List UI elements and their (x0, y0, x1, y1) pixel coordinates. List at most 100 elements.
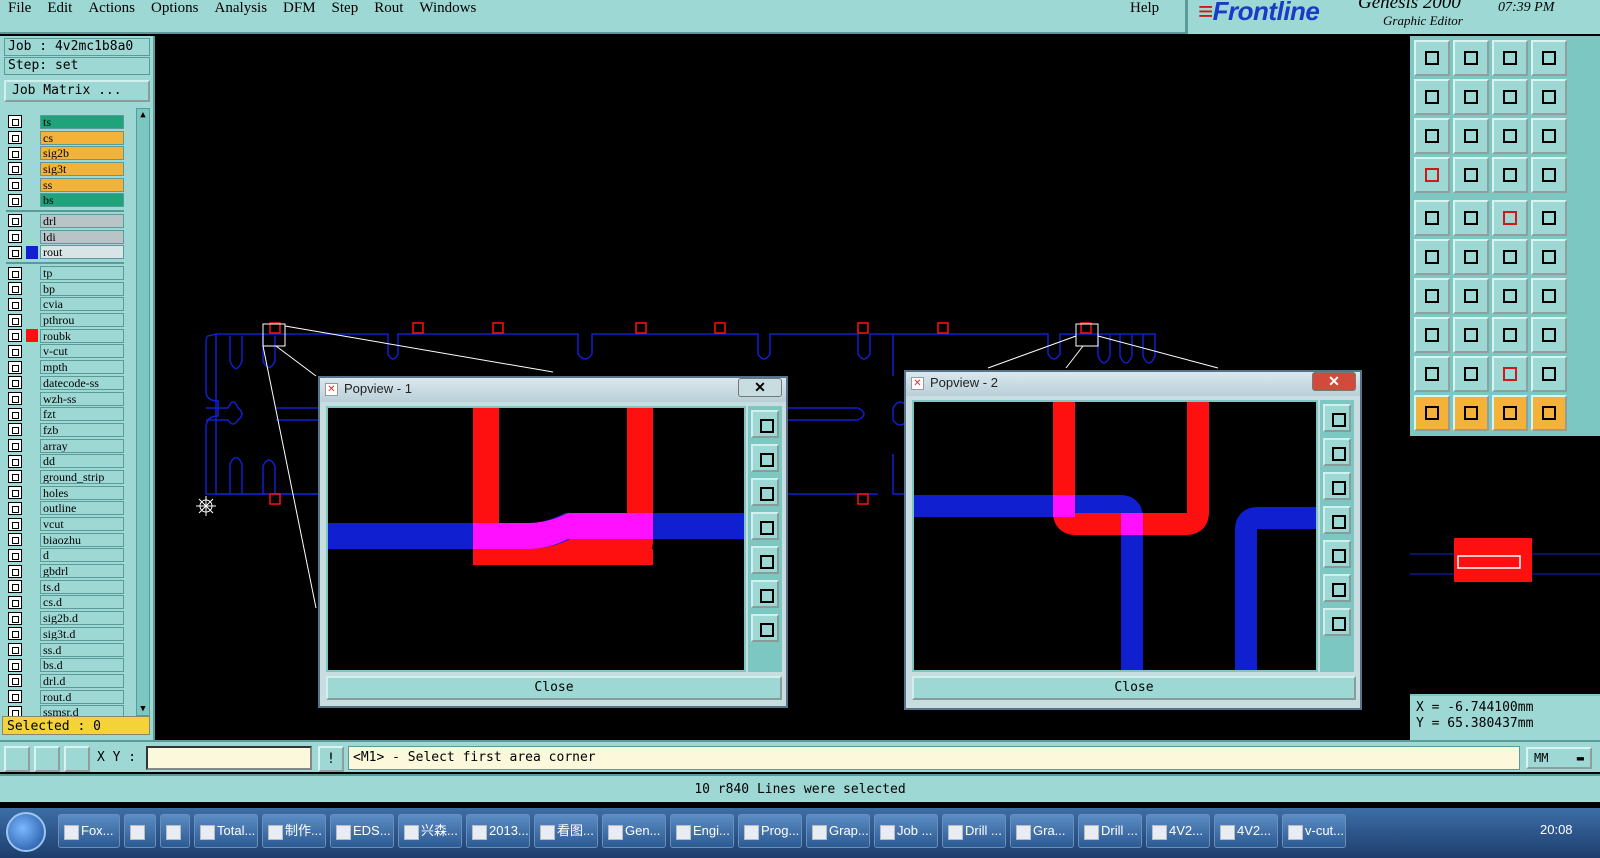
layer-checkbox[interactable] (8, 131, 22, 145)
layer-name[interactable]: mpth (40, 360, 124, 375)
job-matrix-button[interactable]: Job Matrix ... (4, 80, 150, 102)
pointer-shape-icon[interactable] (1492, 395, 1528, 431)
layer-row[interactable]: array (6, 438, 124, 454)
layer-name[interactable]: wzh-ss (40, 391, 124, 406)
layer-checkbox[interactable] (8, 313, 22, 327)
pad-icon[interactable] (1414, 200, 1450, 236)
traffic-light-icon[interactable] (1492, 157, 1528, 193)
menu-edit[interactable]: Edit (39, 0, 80, 16)
unit-select[interactable]: MM ▬ (1526, 747, 1592, 769)
layer-row[interactable]: mpth (6, 359, 124, 375)
layer-name[interactable]: outline (40, 501, 124, 516)
layer-checkbox[interactable] (8, 178, 22, 192)
layer-row[interactable]: sig3t.d (6, 626, 124, 642)
layer-checkbox[interactable] (8, 564, 22, 578)
layer-row[interactable]: outline (6, 501, 124, 517)
layer-checkbox[interactable] (8, 658, 22, 672)
popview-1-view[interactable] (326, 406, 746, 672)
pan-down-icon[interactable] (751, 478, 779, 506)
layer-row[interactable]: fzt (6, 406, 124, 422)
triangle-flat-icon[interactable] (1414, 356, 1450, 392)
layer-row[interactable]: roubk (6, 328, 124, 344)
layer-row[interactable]: d (6, 548, 124, 564)
center-icon[interactable] (1453, 118, 1489, 154)
ff-icon[interactable] (1531, 278, 1567, 314)
taskbar-button[interactable]: Prog... (738, 814, 802, 848)
taskbar-button[interactable]: Gra... (1010, 814, 1074, 848)
layer-row[interactable]: cs.d (6, 595, 124, 611)
overview-map[interactable] (1410, 436, 1600, 694)
layer-checkbox[interactable] (8, 407, 22, 421)
layer-name[interactable]: sig3t.d (40, 626, 124, 641)
layer-checkbox[interactable] (8, 611, 22, 625)
layer-checkbox[interactable] (8, 674, 22, 688)
layer-row[interactable]: ts.d (6, 579, 124, 595)
xy-input[interactable] (146, 746, 312, 770)
layer-row[interactable]: cs (6, 130, 124, 146)
layer-name[interactable]: cs.d (40, 595, 124, 610)
home-icon[interactable] (1414, 40, 1450, 76)
layer-row[interactable]: biaozhu (6, 532, 124, 548)
layer-checkbox[interactable] (8, 627, 22, 641)
layer-row[interactable]: vcut (6, 516, 124, 532)
layer-name[interactable]: cs (40, 130, 124, 145)
menu-help[interactable]: Help (1130, 0, 1159, 16)
layer-checkbox[interactable] (8, 115, 22, 129)
zoom-area-icon[interactable] (4, 746, 30, 772)
layer-name[interactable]: fzb (40, 422, 124, 437)
layer-checkbox[interactable] (8, 214, 22, 228)
pointer-step-icon[interactable] (1531, 395, 1567, 431)
layer-name[interactable]: datecode-ss (40, 375, 124, 390)
layer-checkbox[interactable] (8, 517, 22, 531)
layer-row[interactable]: ssmsr.d (6, 704, 124, 716)
layer-checkbox[interactable] (8, 282, 22, 296)
layer-row[interactable]: bs.d (6, 657, 124, 673)
popview-1-x-button[interactable]: ✕ (738, 378, 782, 397)
menu-windows[interactable]: Windows (411, 0, 484, 16)
layer-name[interactable]: v-cut (40, 344, 124, 359)
alert-icon[interactable]: ! (318, 746, 344, 772)
taskbar-button[interactable]: Engi... (670, 814, 734, 848)
layer-checkbox[interactable] (8, 470, 22, 484)
layer-name[interactable]: bs.d (40, 658, 124, 673)
taskbar-button[interactable]: Total... (194, 814, 258, 848)
layer-checkbox[interactable] (8, 360, 22, 374)
zoom-out-icon[interactable] (751, 614, 779, 642)
layer-row[interactable]: ground_strip (6, 469, 124, 485)
menu-analysis[interactable]: Analysis (207, 0, 276, 16)
layer-row[interactable]: ldi (6, 229, 124, 245)
taskbar-button[interactable] (124, 814, 156, 848)
menu-file[interactable]: File (0, 0, 39, 16)
layer-name[interactable]: roubk (40, 328, 124, 343)
layer-row[interactable]: drl (6, 213, 124, 229)
taskbar-button[interactable]: 2013... (466, 814, 530, 848)
layer-row[interactable]: dd (6, 453, 124, 469)
layer-name[interactable]: bs (40, 193, 124, 208)
layer-row[interactable]: fzb (6, 422, 124, 438)
menu-options[interactable]: Options (143, 0, 207, 16)
layer-checkbox[interactable] (8, 533, 22, 547)
layer-name[interactable]: ss (40, 177, 124, 192)
layer-checkbox[interactable] (8, 376, 22, 390)
graphic-canvas[interactable]: ✕ Popview - 1 ✕ Close ✕ Popview - 2 ✕ Cl… (158, 36, 1408, 740)
layer-name[interactable]: fzt (40, 407, 124, 422)
layer-row[interactable]: bs (6, 192, 124, 208)
line-color-icon[interactable] (1453, 200, 1489, 236)
taskbar-button[interactable]: 制作... (262, 814, 326, 848)
popview-1-close-button[interactable]: Close (326, 676, 782, 700)
taskbar-button[interactable]: Gen... (602, 814, 666, 848)
layer-checkbox[interactable] (8, 690, 22, 704)
layer-name[interactable]: ssmsr.d (40, 705, 124, 716)
ruler-icon[interactable] (1492, 200, 1528, 236)
layer-row[interactable]: rout.d (6, 689, 124, 705)
layer-row[interactable]: gbdrl (6, 563, 124, 579)
layer-checkbox[interactable] (8, 705, 22, 716)
layer-name[interactable]: rout.d (40, 689, 124, 704)
layer-name[interactable]: biaozhu (40, 532, 124, 547)
layer-row[interactable]: sig2b.d (6, 610, 124, 626)
pan-down-icon[interactable] (1323, 472, 1351, 500)
layer-row[interactable]: sig3t (6, 161, 124, 177)
minus-icon[interactable] (1453, 317, 1489, 353)
traffic-light-alt-icon[interactable] (1531, 157, 1567, 193)
layer-row[interactable]: tp (6, 265, 124, 281)
